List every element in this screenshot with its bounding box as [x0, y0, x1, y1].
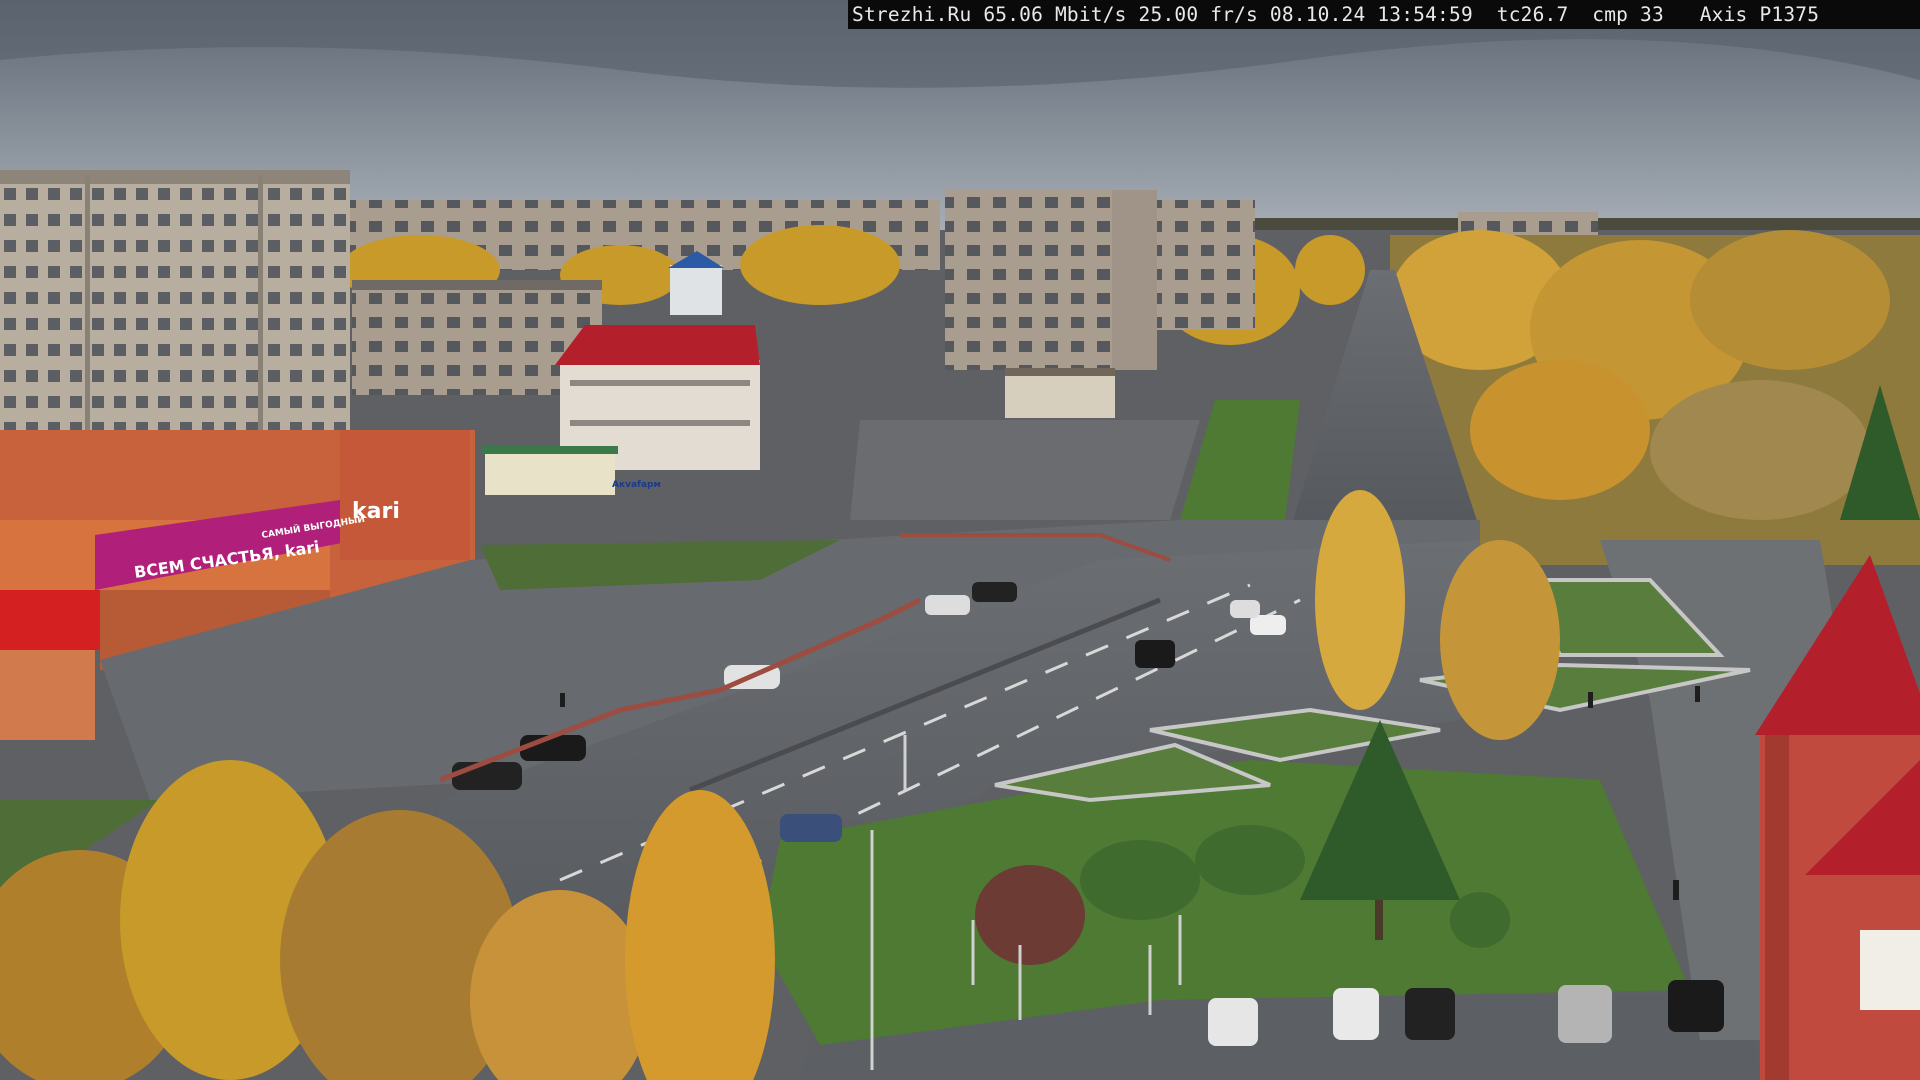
- plaza-pavilion-roof: [1005, 368, 1115, 376]
- camera-overlay-text: Strezhi.Ru 65.06 Mbit/s 25.00 fr/s 08.10…: [848, 0, 1920, 29]
- kiosk-sign: Aкvafарм: [612, 480, 661, 490]
- plaza: [850, 420, 1200, 520]
- apartment-block-mid-roof: [352, 280, 602, 290]
- city-scene: kari ВСЕМ СЧАСТЬЯ, kari САМЫЙ ВЫГОДНЫЙ A…: [0, 0, 1920, 1080]
- fir-tree-trunk: [1375, 900, 1383, 940]
- red-bush: [975, 865, 1085, 965]
- pharmacy-kiosk-roof: [482, 446, 618, 454]
- pharmacy-kiosk: [485, 450, 615, 495]
- center-tower-right: [1155, 200, 1255, 330]
- plaza-pavilion: [1005, 372, 1115, 418]
- webcam-frame: kari ВСЕМ СЧАСТЬЯ, kari САМЫЙ ВЫГОДНЫЙ A…: [0, 0, 1920, 1080]
- blue-roof-tower: [670, 265, 722, 315]
- center-tower-shaft: [1112, 190, 1157, 370]
